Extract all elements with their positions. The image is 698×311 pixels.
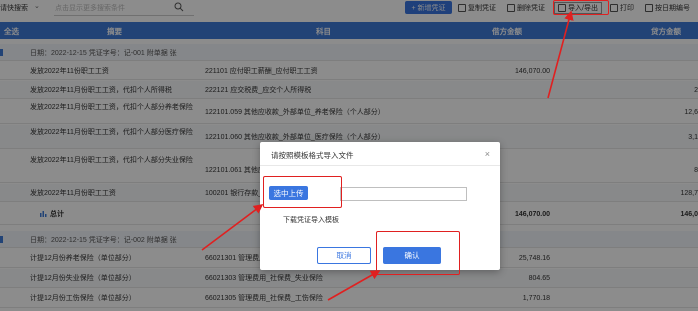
file-path-input[interactable]: [340, 187, 467, 201]
dialog-title: 请按照模板格式导入文件: [271, 151, 354, 160]
confirm-button[interactable]: 确认: [383, 247, 441, 264]
download-template-link[interactable]: 下载凭证导入模板: [283, 215, 339, 225]
dialog-divider: [260, 165, 500, 166]
upload-button[interactable]: 选中上传: [269, 186, 308, 200]
cancel-button[interactable]: 取消: [317, 247, 371, 264]
import-dialog: 请按照模板格式导入文件 × 选中上传 下载凭证导入模板 取消 确认: [260, 142, 500, 270]
close-icon[interactable]: ×: [485, 149, 490, 159]
